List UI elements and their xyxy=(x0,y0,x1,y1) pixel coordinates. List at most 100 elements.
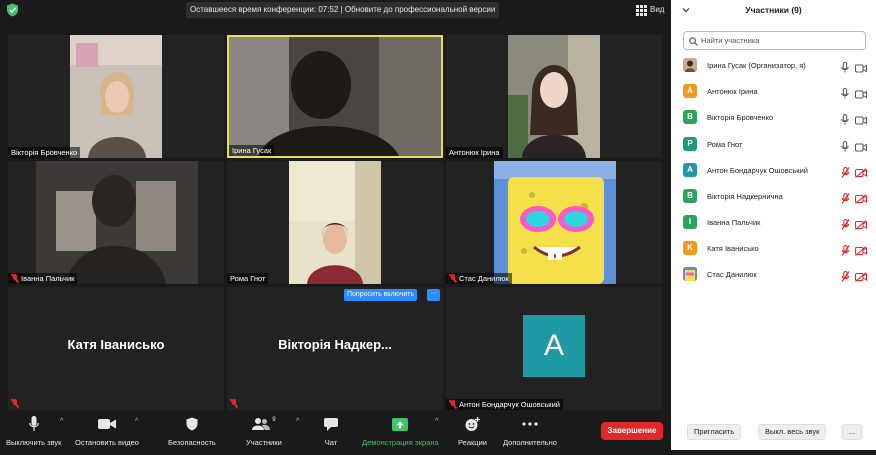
view-button[interactable]: Вид xyxy=(636,2,664,18)
audio-options-caret[interactable]: ^ xyxy=(60,418,63,425)
microphone-muted-icon[interactable] xyxy=(841,165,850,183)
video-tile[interactable]: Вікторія Бровченко xyxy=(8,35,224,158)
participants-panel-title: Участники (9) xyxy=(745,5,802,15)
mic-muted-icon xyxy=(230,399,238,408)
participant-row[interactable]: A Антон Бондарчук Ошовський xyxy=(683,162,868,178)
mute-button[interactable]: Выключить звук xyxy=(6,416,61,447)
participant-avatar xyxy=(683,267,697,281)
participant-row[interactable]: P Рома Гнот xyxy=(683,136,868,152)
time-remaining-banner[interactable]: Оставшееся время конференции: 07:52 | Об… xyxy=(186,2,500,18)
zoom-window: Оставшееся время конференции: 07:52 | Об… xyxy=(0,0,876,455)
video-tile-off[interactable]: Катя Іванисько xyxy=(8,287,224,410)
participants-count: 9 xyxy=(272,417,276,423)
video-tile-off[interactable]: A Антон Бондарчук Ошовський xyxy=(446,287,662,410)
share-screen-button[interactable]: Демонстрация экрана xyxy=(362,416,439,447)
participant-row[interactable]: B Вікторія Надкернична xyxy=(683,188,868,204)
share-screen-icon xyxy=(392,416,409,432)
participant-avatar: A xyxy=(683,84,697,98)
stop-video-button[interactable]: Остановить видео xyxy=(75,416,139,447)
participant-avatar: K xyxy=(683,241,697,255)
video-tile[interactable]: Іванна Пальчик xyxy=(8,161,224,284)
participant-row[interactable]: Ірина Гусак (Организатор, я) xyxy=(683,57,868,73)
mute-all-button[interactable]: Выкл. весь звук xyxy=(758,424,827,440)
chat-button[interactable]: Чат xyxy=(324,416,338,447)
mic-muted-icon xyxy=(449,274,457,283)
participant-name: Іванна Пальчик xyxy=(707,217,761,227)
microphone-icon xyxy=(28,416,39,432)
grid-view-icon xyxy=(636,4,647,16)
video-camera-off-icon[interactable] xyxy=(855,269,867,287)
participant-name: Вікторія Бровченко xyxy=(707,112,774,122)
participants-options-caret[interactable]: ^ xyxy=(296,418,299,425)
microphone-muted-icon[interactable] xyxy=(841,243,850,261)
video-camera-icon[interactable] xyxy=(855,112,867,130)
encryption-shield-icon[interactable] xyxy=(6,3,19,17)
ask-to-unmute-button[interactable]: Попросить включить xyxy=(344,289,418,301)
video-camera-off-icon[interactable] xyxy=(855,165,867,183)
tile-name-label: Рома Гнот xyxy=(227,273,269,284)
microphone-icon[interactable] xyxy=(841,86,849,104)
participant-row[interactable]: A Антонюк Ірина xyxy=(683,83,868,99)
participant-name: Антонюк Ірина xyxy=(707,86,758,96)
participant-video xyxy=(229,37,441,156)
participant-search-input[interactable] xyxy=(701,34,861,47)
video-camera-icon[interactable] xyxy=(855,139,867,157)
tile-name-label: Іванна Пальчик xyxy=(8,273,78,284)
end-meeting-button[interactable]: Завершение xyxy=(601,422,663,440)
participant-row[interactable]: K Катя Іванисько xyxy=(683,240,868,256)
video-camera-off-icon[interactable] xyxy=(855,243,867,261)
mic-muted-icon xyxy=(11,399,19,408)
tile-big-name: Вікторія Надкер... xyxy=(278,337,392,352)
tile-more-options-button[interactable]: ··· xyxy=(427,289,440,301)
participant-name: Рома Гнот xyxy=(707,139,743,149)
microphone-muted-icon[interactable] xyxy=(841,269,850,287)
meeting-topbar: Оставшееся время конференции: 07:52 | Об… xyxy=(0,0,670,20)
video-tile[interactable]: Рома Гнот xyxy=(227,161,443,284)
participant-avatar xyxy=(683,58,697,72)
video-tile-active-speaker[interactable]: Ірина Гусак xyxy=(227,35,443,158)
video-camera-icon[interactable] xyxy=(855,60,867,78)
invite-button[interactable]: Пригласить xyxy=(687,424,742,440)
tile-name-label: Вікторія Бровченко xyxy=(8,147,81,158)
meeting-toolbar: Выключить звук ^ Остановить видео ^ Безо… xyxy=(0,412,670,455)
tile-name-label: Стас Данилюк xyxy=(446,273,512,284)
mic-muted-icon xyxy=(11,274,19,283)
participants-icon: 9 xyxy=(252,416,276,432)
participant-avatar: P xyxy=(683,137,697,151)
reactions-button[interactable]: Реакции xyxy=(458,416,487,447)
more-button[interactable]: Дополнительно xyxy=(503,416,557,447)
video-camera-off-icon[interactable] xyxy=(855,191,867,209)
microphone-muted-icon[interactable] xyxy=(841,217,850,235)
video-tile[interactable]: Антонюк Ірина xyxy=(446,35,662,158)
participant-avatar: A xyxy=(523,315,585,377)
video-options-caret[interactable]: ^ xyxy=(135,418,138,425)
search-icon xyxy=(689,37,698,46)
video-camera-icon[interactable] xyxy=(855,86,867,104)
microphone-icon[interactable] xyxy=(841,112,849,130)
security-button[interactable]: Безопасность xyxy=(168,416,216,447)
participant-search-box[interactable] xyxy=(683,31,866,50)
participant-row[interactable]: Стас Данилюк xyxy=(683,266,868,282)
participant-video xyxy=(508,35,600,158)
more-dots-icon xyxy=(522,416,538,432)
participant-name: Стас Данилюк xyxy=(707,269,757,279)
participants-button[interactable]: 9 Участники xyxy=(246,416,282,447)
microphone-icon[interactable] xyxy=(841,139,849,157)
mic-muted-icon xyxy=(449,400,457,409)
participant-video xyxy=(36,161,198,284)
video-tile-off[interactable]: Вікторія Надкер... xyxy=(227,287,443,410)
microphone-icon[interactable] xyxy=(841,60,849,78)
share-options-caret[interactable]: ^ xyxy=(435,418,438,425)
participant-row[interactable]: B Вікторія Бровченко xyxy=(683,109,868,125)
tile-name-label: Ірина Гусак xyxy=(229,145,275,156)
smiley-add-icon xyxy=(465,416,480,432)
participant-video xyxy=(289,161,381,284)
video-camera-off-icon[interactable] xyxy=(855,217,867,235)
video-tile[interactable]: Стас Данилюк xyxy=(446,161,662,284)
participant-video xyxy=(494,161,616,284)
panel-more-button[interactable]: ... xyxy=(842,424,863,440)
participant-avatar: I xyxy=(683,215,697,229)
microphone-muted-icon[interactable] xyxy=(841,191,850,209)
participant-row[interactable]: I Іванна Пальчик xyxy=(683,214,868,230)
chat-bubble-icon xyxy=(324,416,338,432)
